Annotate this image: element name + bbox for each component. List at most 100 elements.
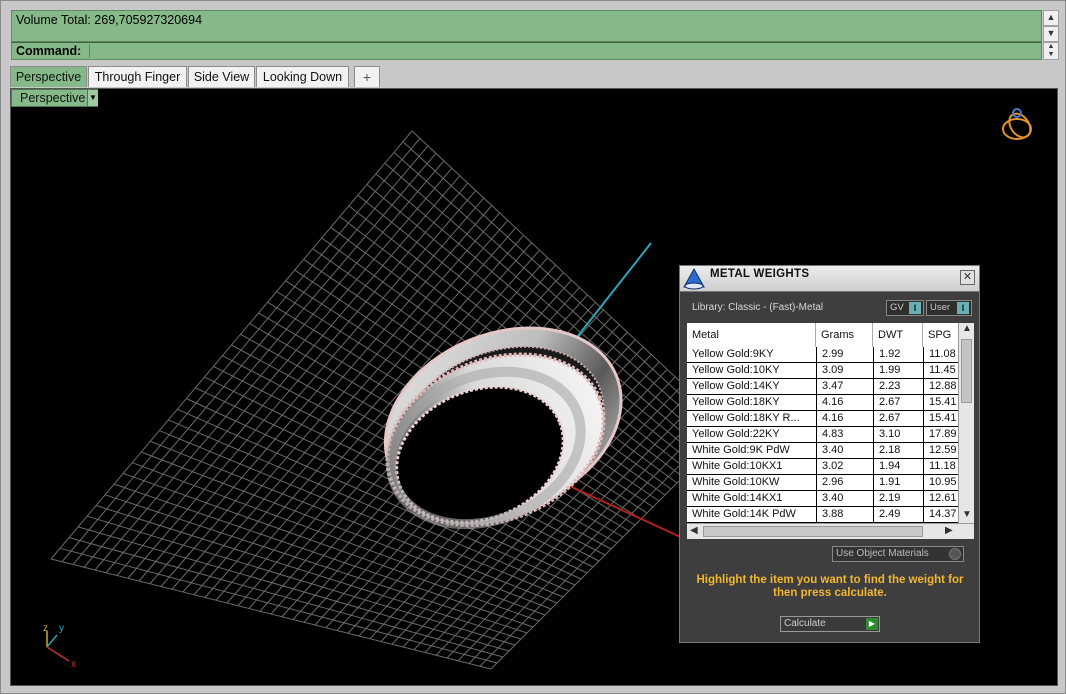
cell-grams: 2.99 — [817, 347, 873, 362]
cell-spg: 12.59 — [924, 443, 958, 458]
cell-dwt: 2.19 — [874, 491, 923, 506]
cell-grams: 4.16 — [817, 395, 873, 410]
metal-weights-title: METAL WEIGHTS — [710, 268, 810, 280]
z-axis-label: z — [43, 623, 48, 634]
table-row[interactable]: White Gold:14KX1 3.40 2.19 12.61 — [687, 491, 958, 507]
y-axis-label: y — [59, 623, 64, 634]
table-row[interactable]: Yellow Gold:14KY 3.47 2.23 12.88 — [687, 379, 958, 395]
cell-grams: 3.40 — [817, 491, 873, 506]
cell-metal: Yellow Gold:18KY — [687, 395, 816, 410]
metal-weights-table: Metal Grams DWT SPG Yellow Gold:9KY 2.99 1… — [687, 323, 974, 539]
cell-grams: 3.40 — [817, 443, 873, 458]
table-row[interactable]: Yellow Gold:18KY R... 4.16 2.67 15.41 — [687, 411, 958, 427]
navigation-ring-icon[interactable] — [1002, 108, 1035, 141]
metal-weights-titlebar[interactable]: METAL WEIGHTS ✕ — [680, 266, 979, 292]
cell-spg: 11.45 — [924, 363, 958, 378]
column-header-metal[interactable]: Metal — [687, 323, 816, 347]
command-line[interactable]: Command: — [11, 42, 1042, 60]
table-body: Yellow Gold:9KY 2.99 1.92 11.08 Yellow Gold:… — [687, 347, 958, 523]
use-object-materials-checkbox[interactable]: Use Object Materials — [832, 546, 964, 562]
cell-dwt: 3.10 — [874, 427, 923, 442]
viewport-dropdown-icon[interactable]: ▼ — [87, 90, 98, 106]
table-row[interactable]: Yellow Gold:22KY 4.83 3.10 17.89 — [687, 427, 958, 443]
ring-model[interactable] — [353, 294, 651, 556]
cell-dwt: 2.49 — [874, 507, 923, 522]
cell-metal: Yellow Gold:14KY — [687, 379, 816, 394]
axis-triad: z y x — [43, 623, 76, 670]
cell-spg: 10.95 — [924, 475, 958, 490]
tab-side-view[interactable]: Side View — [188, 66, 255, 87]
table-row[interactable]: White Gold:14K PdW 3.88 2.49 14.37 — [687, 507, 958, 523]
column-header-dwt[interactable]: DWT — [873, 323, 923, 347]
column-header-grams[interactable]: Grams — [816, 323, 873, 347]
cell-grams: 3.02 — [817, 459, 873, 474]
add-tab-button[interactable]: + — [354, 66, 380, 87]
cell-dwt: 1.99 — [874, 363, 923, 378]
tab-looking-down[interactable]: Looking Down — [256, 66, 349, 87]
cell-dwt: 2.23 — [874, 379, 923, 394]
tab-through-finger[interactable]: Through Finger — [88, 66, 187, 87]
cell-spg: 15.41 — [924, 411, 958, 426]
table-header: Metal Grams DWT SPG — [687, 323, 958, 347]
x-axis-label: x — [71, 659, 76, 670]
table-horizontal-scrollbar[interactable]: ◀ ▶ — [687, 523, 974, 539]
table-row[interactable]: Yellow Gold:9KY 2.99 1.92 11.08 — [687, 347, 958, 363]
cell-spg: 11.08 — [924, 347, 958, 362]
cell-metal: White Gold:10KX1 — [687, 459, 816, 474]
tab-perspective[interactable]: Perspective — [10, 66, 87, 87]
cell-grams: 3.47 — [817, 379, 873, 394]
close-icon[interactable]: ✕ — [960, 270, 975, 285]
user-toggle-switch-icon: I — [957, 302, 969, 314]
table-vertical-scrollbar[interactable]: ▲ ▼ — [958, 323, 974, 523]
command-spinner-icon[interactable]: ▲ ▼ — [1043, 42, 1059, 60]
hint-text: Highlight the item you want to find the … — [696, 574, 964, 599]
metal-weights-panel: METAL WEIGHTS ✕ Library: Classic - (Fast… — [679, 265, 980, 643]
cell-grams: 3.09 — [817, 363, 873, 378]
construction-grid — [50, 130, 732, 670]
table-row[interactable]: White Gold:10KW 2.96 1.91 10.95 — [687, 475, 958, 491]
gv-toggle-switch-icon: I — [909, 302, 921, 314]
cell-spg: 11.18 — [924, 459, 958, 474]
history-scroll-up-icon[interactable]: ▲ — [1043, 10, 1059, 26]
viewport-label[interactable]: Perspective — [11, 89, 98, 107]
cell-dwt: 2.67 — [874, 411, 923, 426]
cell-dwt: 2.67 — [874, 395, 923, 410]
command-history: Volume Total: 269,705927320694 — [11, 10, 1042, 42]
cell-metal: White Gold:9K PdW — [687, 443, 816, 458]
cell-spg: 12.88 — [924, 379, 958, 394]
command-prompt-label: Command: — [16, 44, 82, 58]
cell-dwt: 2.18 — [874, 443, 923, 458]
cell-metal: Yellow Gold:22KY — [687, 427, 816, 442]
column-header-spg[interactable]: SPG — [923, 323, 958, 347]
user-toggle[interactable]: User I — [926, 300, 972, 316]
cell-metal: Yellow Gold:18KY R... — [687, 411, 816, 426]
calculate-button[interactable]: Calculate ▶ — [780, 616, 880, 632]
scroll-right-icon: ▶ — [945, 525, 953, 536]
command-history-text: Volume Total: 269,705927320694 — [16, 13, 203, 27]
table-row[interactable]: White Gold:9K PdW 3.40 2.18 12.59 — [687, 443, 958, 459]
cell-grams: 3.88 — [817, 507, 873, 522]
gv-toggle[interactable]: GV I — [886, 300, 924, 316]
cell-spg: 14.37 — [924, 507, 958, 522]
library-label: Library: Classic - (Fast)-Metal — [692, 302, 824, 313]
app-window: Volume Total: 269,705927320694 ▲ ▼ Comma… — [0, 0, 1066, 694]
cell-spg: 12.61 — [924, 491, 958, 506]
scroll-left-icon: ◀ — [690, 525, 698, 536]
cell-grams: 4.16 — [817, 411, 873, 426]
cell-dwt: 1.94 — [874, 459, 923, 474]
cell-grams: 4.83 — [817, 427, 873, 442]
metal-weights-logo-icon — [683, 267, 705, 290]
table-row[interactable]: White Gold:10KX1 3.02 1.94 11.18 — [687, 459, 958, 475]
history-scroll-down-icon[interactable]: ▼ — [1043, 26, 1059, 42]
cell-metal: Yellow Gold:9KY — [687, 347, 816, 362]
table-row[interactable]: Yellow Gold:10KY 3.09 1.99 11.45 — [687, 363, 958, 379]
cell-dwt: 1.91 — [874, 475, 923, 490]
cell-grams: 2.96 — [817, 475, 873, 490]
cell-metal: White Gold:14K PdW — [687, 507, 816, 522]
cell-metal: White Gold:10KW — [687, 475, 816, 490]
scroll-down-icon: ▼ — [962, 509, 972, 520]
cell-spg: 17.89 — [924, 427, 958, 442]
table-row[interactable]: Yellow Gold:18KY 4.16 2.67 15.41 — [687, 395, 958, 411]
cell-metal: Yellow Gold:10KY — [687, 363, 816, 378]
scroll-up-icon: ▲ — [962, 323, 972, 334]
